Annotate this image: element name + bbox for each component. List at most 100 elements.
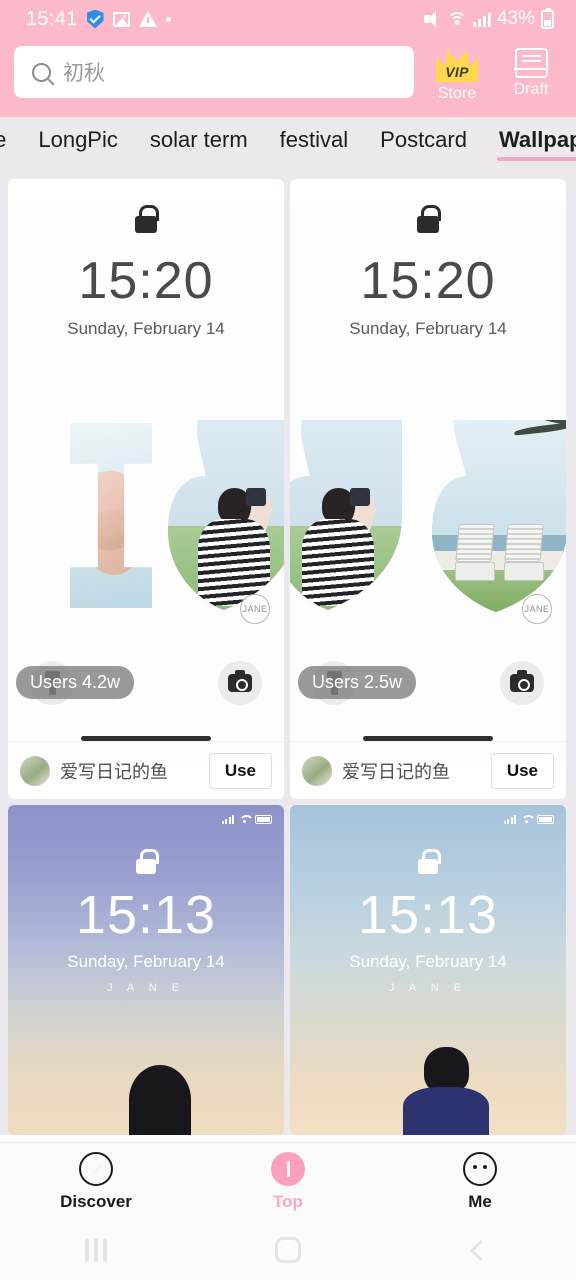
author-name: 爱写日记的鱼 xyxy=(342,761,450,782)
preview-photo-collage: JANE xyxy=(290,420,566,624)
signal-icon xyxy=(472,12,491,27)
wifi-icon xyxy=(447,11,467,27)
avatar xyxy=(302,755,332,786)
lockscreen-preview: 15:13 Sunday, February 14 J A N E xyxy=(290,805,566,1135)
lock-icon xyxy=(417,205,441,233)
vip-badge-label: VIP xyxy=(445,64,469,80)
recents-icon xyxy=(85,1238,107,1262)
battery-icon xyxy=(537,815,554,824)
wifi-icon xyxy=(239,815,254,824)
tab-wallpaper[interactable]: Wallpaper xyxy=(496,127,576,163)
watermark-stamp: JANE xyxy=(522,594,552,624)
wallpaper-card[interactable]: 15:13 Sunday, February 14 J A N E xyxy=(8,805,284,1135)
top-icon xyxy=(271,1151,305,1186)
users-count-badge: Users 2.5w xyxy=(298,666,417,699)
wallpaper-card[interactable]: 15:20 Sunday, February 14 JANE Users 2.5… xyxy=(290,179,566,799)
tab-postcard[interactable]: Postcard xyxy=(378,127,469,163)
status-bar-left: 15:41 xyxy=(26,8,171,31)
heart-photo xyxy=(168,420,284,610)
back-icon xyxy=(469,1239,491,1261)
lockscreen-preview: 15:20 Sunday, February 14 JANE Users 4.2… xyxy=(8,205,284,765)
person-silhouette xyxy=(197,488,272,606)
lock-icon xyxy=(136,849,159,874)
card-footer: 爱写日记的鱼 Use xyxy=(8,741,284,799)
person-silhouette xyxy=(403,1047,490,1135)
search-input[interactable]: 初秋 xyxy=(14,46,414,98)
android-navigation-bar xyxy=(0,1220,576,1280)
category-tab-bar[interactable]: te LongPic solar term festival Postcard … xyxy=(0,117,576,173)
recents-button[interactable] xyxy=(0,1220,192,1280)
avatar xyxy=(20,755,50,786)
lockscreen-preview: 15:20 Sunday, February 14 JANE Users 2.5… xyxy=(290,205,566,765)
palm-leaf xyxy=(470,420,566,495)
camera-icon xyxy=(218,661,262,705)
lounge-chair xyxy=(503,524,544,582)
system-status-bar: 15:41 43% xyxy=(0,0,576,38)
tray-icon xyxy=(514,48,548,78)
preview-time: 15:20 xyxy=(78,252,214,310)
lockscreen-preview: 15:13 Sunday, February 14 J A N E xyxy=(8,805,284,1135)
wallpaper-card[interactable]: 15:20 Sunday, February 14 JANE Users 4.2… xyxy=(8,179,284,799)
holding-hands-photo xyxy=(71,467,151,579)
face-icon xyxy=(463,1151,497,1186)
preview-date: Sunday, February 14 xyxy=(349,319,507,338)
camera-icon xyxy=(500,661,544,705)
status-bar-clock: 15:41 xyxy=(26,7,78,30)
preview-date: Sunday, February 14 xyxy=(67,319,225,338)
lock-icon xyxy=(418,849,441,874)
use-button[interactable]: Use xyxy=(490,752,554,789)
battery-icon xyxy=(255,815,272,824)
preview-time: 15:13 xyxy=(357,885,499,945)
wallpaper-card[interactable]: 15:13 Sunday, February 14 J A N E xyxy=(290,805,566,1135)
person-silhouette xyxy=(129,1065,192,1135)
lounge-chair xyxy=(454,524,495,582)
nav-label-discover: Discover xyxy=(60,1191,132,1211)
watermark-label: J A N E xyxy=(106,982,186,994)
home-icon xyxy=(275,1237,301,1263)
app-header: 初秋 VIP Store Draft xyxy=(0,38,576,117)
mute-icon xyxy=(423,11,442,27)
store-button[interactable]: VIP Store xyxy=(426,46,488,103)
card-footer: 爱写日记的鱼 Use xyxy=(290,741,566,799)
heart-photo xyxy=(290,420,402,610)
dot-icon xyxy=(165,16,171,22)
image-icon xyxy=(112,11,130,27)
nav-item-me[interactable]: Me xyxy=(384,1143,576,1220)
nav-label-top: Top xyxy=(273,1191,303,1211)
signal-icon xyxy=(503,815,516,824)
compass-icon xyxy=(79,1151,113,1186)
person-silhouette xyxy=(301,488,376,606)
crown-icon: VIP xyxy=(436,48,478,82)
preview-time: 15:20 xyxy=(360,252,496,310)
battery-icon xyxy=(541,7,554,29)
nav-item-discover[interactable]: Discover xyxy=(0,1143,192,1220)
search-value: 初秋 xyxy=(63,62,105,85)
status-bar-right: 43% xyxy=(423,7,554,30)
wallpaper-grid: 15:20 Sunday, February 14 JANE Users 4.2… xyxy=(0,173,576,1135)
author-name: 爱写日记的鱼 xyxy=(60,761,168,782)
tab-longpic[interactable]: LongPic xyxy=(36,127,120,163)
battery-percent-label: 43% xyxy=(496,8,535,29)
watermark-label: J A N E xyxy=(388,982,468,994)
watermark-stamp: JANE xyxy=(240,594,270,624)
tab-festival[interactable]: festival xyxy=(278,127,350,163)
preview-date: Sunday, February 14 xyxy=(349,952,507,971)
use-button[interactable]: Use xyxy=(208,752,272,789)
nav-item-top[interactable]: Top xyxy=(192,1143,384,1220)
store-label: Store xyxy=(437,85,477,102)
draft-button[interactable]: Draft xyxy=(500,46,562,99)
preview-time: 15:13 xyxy=(75,885,217,945)
preview-status-bar xyxy=(221,815,272,824)
beach-photo xyxy=(432,420,566,612)
warning-icon xyxy=(138,11,157,27)
preview-status-bar xyxy=(503,815,554,824)
search-icon xyxy=(32,62,51,82)
lock-icon xyxy=(135,205,159,233)
nav-label-me: Me xyxy=(468,1191,492,1211)
bottom-navigation: Discover Top Me xyxy=(0,1142,576,1220)
home-button[interactable] xyxy=(192,1220,384,1280)
back-button[interactable] xyxy=(384,1220,576,1280)
tab-te[interactable]: te xyxy=(0,127,8,163)
tab-solar-term[interactable]: solar term xyxy=(148,127,250,163)
users-count-badge: Users 4.2w xyxy=(16,666,135,699)
